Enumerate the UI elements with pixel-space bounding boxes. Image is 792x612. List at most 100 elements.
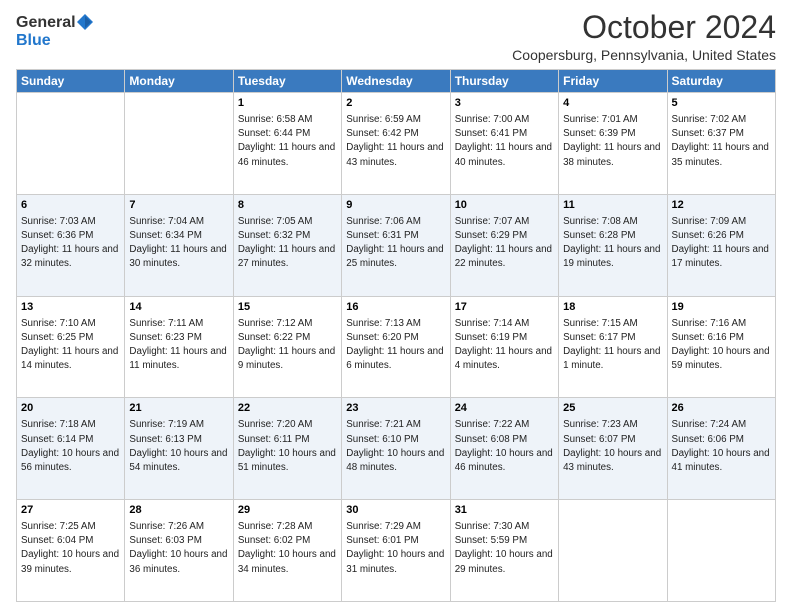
day-daylight: Daylight: 11 hours and 11 minutes. (129, 346, 226, 371)
day-sunset: Sunset: 6:16 PM (672, 332, 744, 343)
day-cell: 11Sunrise: 7:08 AMSunset: 6:28 PMDayligh… (559, 194, 667, 296)
day-sunrise: Sunrise: 7:10 AM (21, 318, 96, 329)
day-sunset: Sunset: 6:04 PM (21, 535, 93, 546)
week-row-3: 13 Sunrise: 7:10 AM Sunset: 6:25 PM Dayligh… (17, 296, 776, 398)
week-row-2: 6 Sunrise: 7:03 AM Sunset: 6:36 PM Daylight… (17, 194, 776, 296)
day-number: 19 (672, 300, 771, 315)
day-number: 7 (129, 198, 228, 213)
day-number: 17 (455, 300, 554, 315)
day-daylight: Daylight: 11 hours and 35 minutes. (672, 142, 769, 167)
day-sunrise: Sunrise: 7:12 AM (238, 318, 313, 329)
day-daylight: Daylight: 11 hours and 25 minutes. (346, 244, 443, 269)
day-sunset: Sunset: 6:22 PM (238, 332, 310, 343)
week-row-5: 27 Sunrise: 7:25 AM Sunset: 6:04 PM Dayligh… (17, 500, 776, 602)
day-daylight: Daylight: 10 hours and 46 minutes. (455, 448, 553, 473)
day-daylight: Daylight: 10 hours and 59 minutes. (672, 346, 770, 371)
day-number: 30 (346, 503, 445, 518)
logo-icon (77, 14, 93, 30)
day-sunrise: Sunrise: 7:23 AM (563, 419, 638, 430)
day-number: 15 (238, 300, 337, 315)
day-daylight: Daylight: 11 hours and 43 minutes. (346, 142, 443, 167)
day-sunset: Sunset: 6:29 PM (455, 230, 527, 241)
day-daylight: Daylight: 10 hours and 51 minutes. (238, 448, 336, 473)
day-sunset: Sunset: 6:14 PM (21, 434, 93, 445)
day-daylight: Daylight: 11 hours and 17 minutes. (672, 244, 769, 269)
day-number: 2 (346, 96, 445, 111)
day-cell: 31Sunrise: 7:30 AMSunset: 5:59 PMDayligh… (450, 500, 558, 602)
day-sunset: Sunset: 6:37 PM (672, 128, 744, 139)
day-sunset: Sunset: 6:23 PM (129, 332, 201, 343)
subtitle: Coopersburg, Pennsylvania, United States (512, 47, 776, 63)
day-sunrise: Sunrise: 7:08 AM (563, 216, 638, 227)
day-number: 31 (455, 503, 554, 518)
day-daylight: Daylight: 11 hours and 14 minutes. (21, 346, 118, 371)
day-cell: 21Sunrise: 7:19 AMSunset: 6:13 PMDayligh… (125, 398, 233, 500)
day-cell: 28Sunrise: 7:26 AMSunset: 6:03 PMDayligh… (125, 500, 233, 602)
day-number: 3 (455, 96, 554, 111)
day-sunset: Sunset: 6:36 PM (21, 230, 93, 241)
day-number: 11 (563, 198, 662, 213)
day-sunset: Sunset: 6:06 PM (672, 434, 744, 445)
day-cell: 23Sunrise: 7:21 AMSunset: 6:10 PMDayligh… (342, 398, 450, 500)
day-number: 28 (129, 503, 228, 518)
day-sunset: Sunset: 6:31 PM (346, 230, 418, 241)
day-number: 14 (129, 300, 228, 315)
day-sunrise: Sunrise: 7:16 AM (672, 318, 747, 329)
day-daylight: Daylight: 11 hours and 30 minutes. (129, 244, 226, 269)
day-sunset: Sunset: 6:41 PM (455, 128, 527, 139)
day-cell: 13 Sunrise: 7:10 AM Sunset: 6:25 PM Dayligh… (17, 296, 125, 398)
day-sunrise: Sunrise: 7:30 AM (455, 521, 530, 532)
day-sunset: Sunset: 6:08 PM (455, 434, 527, 445)
day-number: 21 (129, 401, 228, 416)
day-daylight: Daylight: 10 hours and 56 minutes. (21, 448, 119, 473)
header-row: Sunday Monday Tuesday Wednesday Thursday… (17, 70, 776, 93)
day-cell: 15 Sunrise: 7:12 AM Sunset: 6:22 PM Dayligh… (233, 296, 341, 398)
day-sunset: Sunset: 6:26 PM (672, 230, 744, 241)
day-cell: 9Sunrise: 7:06 AMSunset: 6:31 PMDaylight… (342, 194, 450, 296)
day-sunrise: Sunrise: 7:29 AM (346, 521, 421, 532)
day-number: 8 (238, 198, 337, 213)
day-sunrise: Sunrise: 7:25 AM (21, 521, 96, 532)
day-sunset: Sunset: 6:25 PM (21, 332, 93, 343)
col-saturday: Saturday (667, 70, 775, 93)
day-daylight: Daylight: 11 hours and 27 minutes. (238, 244, 335, 269)
day-cell: 4Sunrise: 7:01 AMSunset: 6:39 PMDaylight… (559, 93, 667, 195)
day-daylight: Daylight: 10 hours and 39 minutes. (21, 549, 119, 574)
day-cell: 2Sunrise: 6:59 AMSunset: 6:42 PMDaylight… (342, 93, 450, 195)
day-sunrise: Sunrise: 7:28 AM (238, 521, 313, 532)
day-sunrise: Sunrise: 7:07 AM (455, 216, 530, 227)
day-sunset: Sunset: 5:59 PM (455, 535, 527, 546)
day-number: 24 (455, 401, 554, 416)
day-number: 5 (672, 96, 771, 111)
day-sunset: Sunset: 6:42 PM (346, 128, 418, 139)
day-cell: 27 Sunrise: 7:25 AM Sunset: 6:04 PM Dayligh… (17, 500, 125, 602)
col-wednesday: Wednesday (342, 70, 450, 93)
day-cell: 16Sunrise: 7:13 AMSunset: 6:20 PMDayligh… (342, 296, 450, 398)
title-block: October 2024 Coopersburg, Pennsylvania, … (512, 10, 776, 63)
day-sunrise: Sunrise: 7:22 AM (455, 419, 530, 430)
day-number: 13 (21, 300, 120, 315)
day-daylight: Daylight: 10 hours and 41 minutes. (672, 448, 770, 473)
day-cell: 8Sunrise: 7:05 AMSunset: 6:32 PMDaylight… (233, 194, 341, 296)
day-sunrise: Sunrise: 7:05 AM (238, 216, 313, 227)
day-sunset: Sunset: 6:03 PM (129, 535, 201, 546)
col-sunday: Sunday (17, 70, 125, 93)
day-daylight: Daylight: 10 hours and 34 minutes. (238, 549, 336, 574)
day-cell: 26Sunrise: 7:24 AMSunset: 6:06 PMDayligh… (667, 398, 775, 500)
day-sunrise: Sunrise: 7:01 AM (563, 114, 638, 125)
day-daylight: Daylight: 11 hours and 1 minute. (563, 346, 660, 371)
day-daylight: Daylight: 11 hours and 40 minutes. (455, 142, 552, 167)
day-number: 6 (21, 198, 120, 213)
day-cell (125, 93, 233, 195)
calendar: Sunday Monday Tuesday Wednesday Thursday… (16, 69, 776, 602)
day-cell: 17Sunrise: 7:14 AMSunset: 6:19 PMDayligh… (450, 296, 558, 398)
day-sunset: Sunset: 6:19 PM (455, 332, 527, 343)
day-sunset: Sunset: 6:20 PM (346, 332, 418, 343)
day-number: 27 (21, 503, 120, 518)
day-sunset: Sunset: 6:11 PM (238, 434, 310, 445)
col-friday: Friday (559, 70, 667, 93)
day-daylight: Daylight: 11 hours and 9 minutes. (238, 346, 335, 371)
day-sunrise: Sunrise: 7:26 AM (129, 521, 204, 532)
day-daylight: Daylight: 10 hours and 48 minutes. (346, 448, 444, 473)
day-sunrise: Sunrise: 7:03 AM (21, 216, 96, 227)
